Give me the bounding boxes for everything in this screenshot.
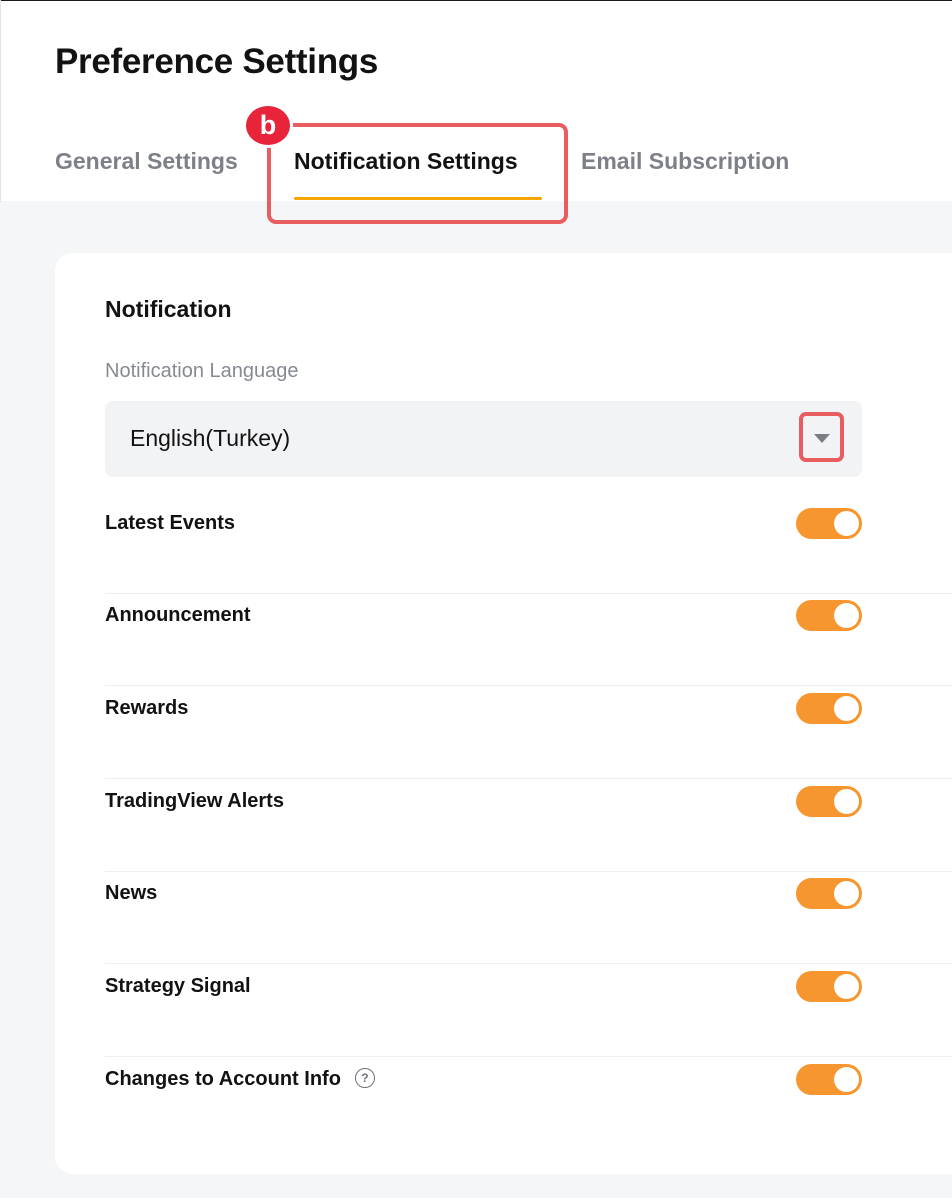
toggle-knob: [834, 511, 859, 536]
page-title: Preference Settings: [55, 42, 379, 81]
rewards-toggle[interactable]: [796, 693, 862, 724]
toggle-knob: [834, 696, 859, 721]
setting-row-latest-events: Latest Events: [105, 501, 952, 594]
setting-row-news: News: [105, 871, 952, 964]
setting-label: Strategy Signal: [105, 975, 251, 997]
annotation-badge: b: [243, 103, 293, 148]
toggle-knob: [834, 974, 859, 999]
toggle-knob: [834, 789, 859, 814]
account-info-changes-toggle[interactable]: [796, 1064, 862, 1095]
setting-label: TradingView Alerts: [105, 790, 284, 812]
annotation-highlight-box: [267, 123, 568, 224]
caret-down-icon[interactable]: [814, 434, 830, 443]
setting-label: Changes to Account Info: [105, 1068, 341, 1090]
notification-language-select[interactable]: English(Turkey): [105, 401, 862, 477]
setting-row-strategy-signal: Strategy Signal: [105, 964, 952, 1057]
setting-label: News: [105, 882, 158, 904]
setting-label: Announcement: [105, 604, 251, 626]
tab-email-subscription[interactable]: Email Subscription: [581, 148, 789, 175]
setting-row-tradingview-alerts: TradingView Alerts: [105, 779, 952, 872]
latest-events-toggle[interactable]: [796, 508, 862, 539]
notification-language-label: Notification Language: [105, 360, 299, 382]
setting-row-announcement: Announcement: [105, 593, 952, 686]
section-title: Notification: [105, 296, 232, 322]
news-toggle[interactable]: [796, 878, 862, 909]
question-circle-icon[interactable]: ?: [354, 1067, 375, 1088]
setting-row-rewards: Rewards: [105, 686, 952, 779]
toggle-knob: [834, 603, 859, 628]
tab-general-settings[interactable]: General Settings: [55, 148, 238, 175]
select-value: English(Turkey): [130, 425, 291, 451]
setting-label: Rewards: [105, 697, 189, 719]
announcement-toggle[interactable]: [796, 600, 862, 631]
strategy-signal-toggle[interactable]: [796, 971, 862, 1002]
toggle-knob: [834, 1067, 859, 1092]
setting-label: Latest Events: [105, 512, 236, 534]
setting-label-wrap: Changes to Account Info?: [105, 1057, 375, 1101]
setting-row-account-info-changes: Changes to Account Info?: [105, 1057, 952, 1149]
tradingview-alerts-toggle[interactable]: [796, 786, 862, 817]
toggle-knob: [834, 881, 859, 906]
